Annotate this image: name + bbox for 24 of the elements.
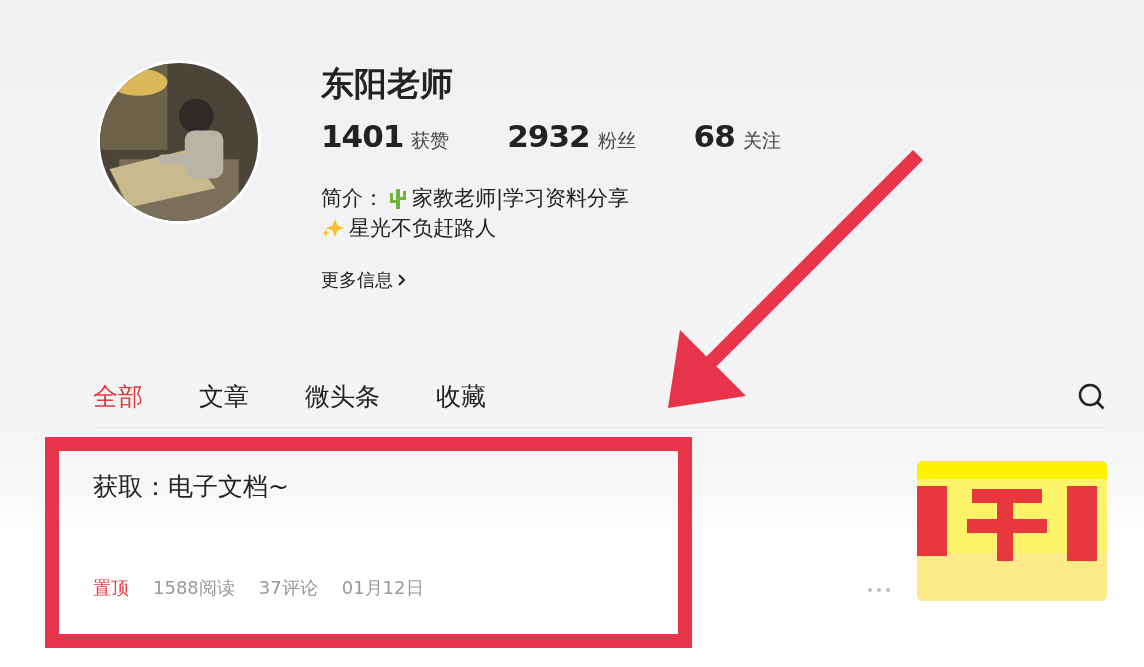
comment-count: 37评论 [258, 576, 318, 600]
chevron-right-icon [397, 273, 407, 287]
stat-value: 68 [693, 118, 735, 154]
bio-label: 简介： [321, 185, 384, 212]
stat-value: 1401 [321, 118, 404, 154]
post-date: 01月12日 [341, 576, 424, 600]
bio-text: 家教老师|学习资料分享 [412, 185, 630, 212]
stat-label: 获赞 [411, 128, 450, 153]
stat-value: 2932 [507, 118, 590, 154]
profile-name: 东阳老师 [321, 64, 454, 104]
post-title: 获取：电子文档~ [93, 471, 290, 503]
pinned-tag: 置顶 [93, 576, 129, 600]
more-info-link[interactable]: 更多信息 [321, 268, 407, 292]
tab[interactable]: 全部 [93, 380, 143, 413]
tab[interactable]: 文章 [199, 380, 249, 413]
stat-label: 关注 [742, 128, 781, 153]
bio-text: 星光不负赶路人 [349, 215, 496, 242]
stat-label: 粉丝 [597, 128, 636, 153]
cactus-icon [388, 187, 408, 209]
read-count: 1588阅读 [153, 576, 235, 600]
tab[interactable]: 微头条 [305, 380, 380, 413]
search-icon[interactable] [1077, 381, 1107, 412]
tab[interactable]: 收藏 [436, 380, 486, 413]
sparkle-icon [321, 217, 345, 239]
